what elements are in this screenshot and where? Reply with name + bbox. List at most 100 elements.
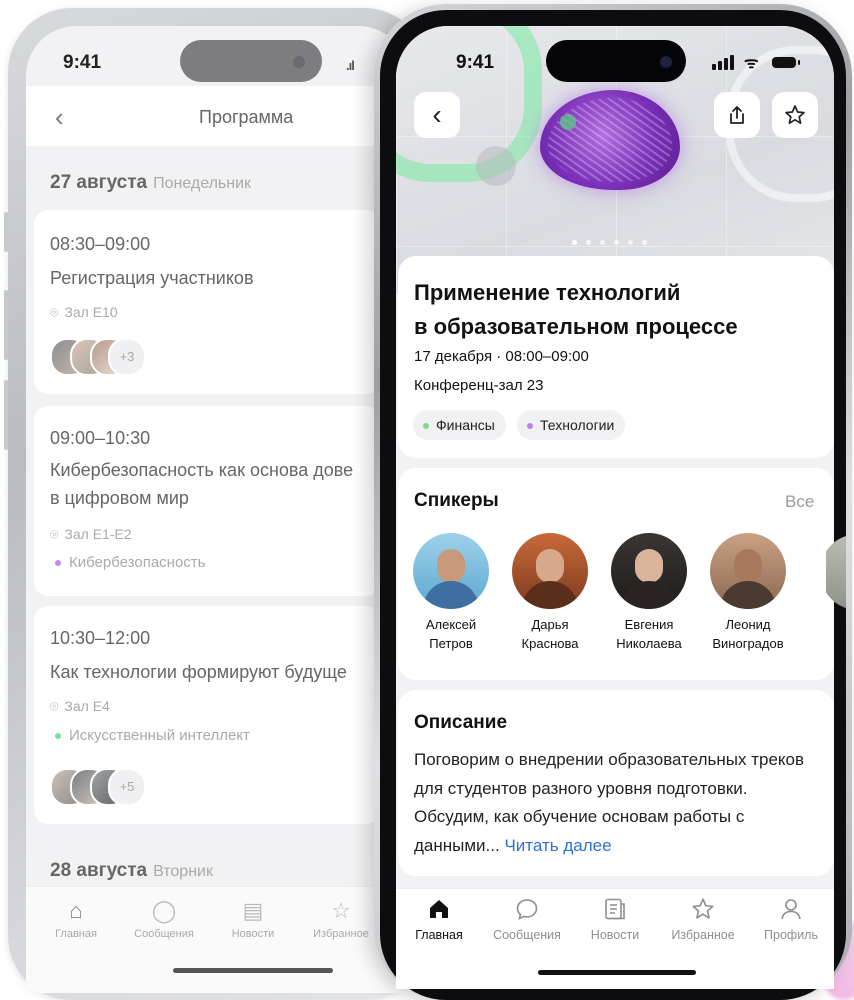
favorite-button[interactable] bbox=[772, 92, 818, 138]
day-date: 27 августа bbox=[50, 172, 148, 193]
tab-profile[interactable]: Профиль bbox=[748, 896, 834, 942]
tab-label: Избранное bbox=[313, 928, 369, 940]
speaker-item[interactable]: Евгения Николаева bbox=[601, 533, 697, 653]
pager-dot bbox=[628, 240, 633, 245]
description-text: Поговорим о внедрении образовательных тр… bbox=[414, 746, 822, 860]
tab-news[interactable]: ▤ Новости bbox=[218, 898, 288, 940]
tag-chip-finance[interactable]: Финансы bbox=[413, 410, 506, 440]
speaker-photo bbox=[710, 533, 786, 609]
tab-messages[interactable]: ◯ Сообщения bbox=[129, 898, 199, 940]
event-time: 09:00–10:30 bbox=[50, 428, 151, 448]
event-title-line: в образовательном процессе bbox=[414, 314, 738, 339]
speaker-last-name: Люб bbox=[826, 635, 846, 654]
tab-favorites[interactable]: Избранное bbox=[660, 896, 746, 942]
signal-icon: .ıl bbox=[346, 58, 355, 73]
participants-avatars: +3 bbox=[50, 338, 150, 376]
share-button[interactable] bbox=[714, 92, 760, 138]
event-time: 10:30–12:00 bbox=[50, 628, 151, 648]
event-title-line: Применение технологий bbox=[414, 280, 681, 305]
speaker-first-name: Дарья bbox=[531, 617, 569, 632]
image-pager bbox=[572, 232, 656, 245]
back-phone-side-button bbox=[4, 290, 8, 360]
speaker-photo bbox=[611, 533, 687, 609]
event-place: Конференц-зал 23 bbox=[414, 377, 544, 394]
profile-icon bbox=[781, 899, 801, 920]
news-icon: ▤ bbox=[242, 898, 264, 923]
news-icon bbox=[605, 898, 625, 920]
speaker-first-name: А bbox=[826, 616, 846, 635]
tag-dot-icon bbox=[527, 423, 533, 430]
home-icon bbox=[430, 900, 448, 918]
tag-chip-technology[interactable]: Технологии bbox=[517, 410, 626, 440]
tab-news[interactable]: Новости bbox=[572, 896, 658, 942]
pager-dot bbox=[572, 240, 577, 245]
event-tag-label: Искусственный интеллект bbox=[69, 727, 250, 744]
page-title: Программа bbox=[199, 107, 294, 127]
speakers-all-link[interactable]: Все bbox=[785, 492, 814, 512]
tab-home[interactable]: ⌂ Главная bbox=[41, 898, 111, 940]
chevron-left-icon: ‹ bbox=[432, 99, 442, 130]
back-phone-side-button bbox=[4, 212, 8, 252]
tab-label: Новости bbox=[231, 928, 275, 940]
battery-icon bbox=[772, 57, 800, 68]
camera-dot bbox=[660, 56, 672, 68]
speaker-last-name: Краснова bbox=[521, 636, 579, 651]
wifi-icon: ᯤ bbox=[744, 55, 759, 72]
star-icon: ☆ bbox=[331, 898, 351, 923]
day-weekday: Понедельник bbox=[153, 175, 252, 192]
home-icon: ⌂ bbox=[69, 898, 83, 923]
speaker-item[interactable]: Алексей Петров bbox=[403, 533, 499, 653]
event-time: 08:30–09:00 bbox=[50, 234, 151, 254]
event-room: ⌾ Зал Е1-Е2 bbox=[50, 526, 132, 543]
description-title: Описание bbox=[414, 712, 508, 733]
home-indicator bbox=[173, 968, 333, 973]
tab-favorites[interactable]: ☆ Избранное bbox=[306, 898, 376, 940]
event-title-line: в цифровом мир bbox=[50, 488, 189, 508]
more-participants-count: +3 bbox=[108, 338, 146, 376]
event-datetime: 17 декабря · 08:00–09:00 bbox=[414, 348, 589, 365]
star-icon bbox=[785, 105, 805, 125]
more-participants-count: +5 bbox=[108, 768, 146, 806]
brain-highlight bbox=[560, 114, 576, 130]
tag-dot-icon bbox=[55, 733, 61, 740]
chat-bubble-icon: ◯ bbox=[151, 898, 177, 923]
tab-label: Главная bbox=[55, 928, 97, 940]
event-room: ⌾ Зал Е10 bbox=[50, 304, 118, 321]
location-pin-icon: ⌾ bbox=[50, 304, 59, 320]
event-title: Применение технологий в образовательном … bbox=[414, 276, 814, 344]
speaker-last-name: Николаева bbox=[616, 636, 682, 651]
event-title: Регистрация участников bbox=[50, 268, 254, 288]
tab-label: Избранное bbox=[671, 928, 735, 942]
day-header: 28 августа Вторник bbox=[50, 860, 213, 882]
day-header: 27 августа Понедельник bbox=[50, 172, 251, 194]
speaker-photo bbox=[826, 534, 846, 610]
speaker-item-partial[interactable]: А Люб bbox=[826, 534, 846, 654]
speaker-item[interactable]: Дарья Краснова bbox=[502, 533, 598, 653]
star-icon bbox=[692, 898, 714, 919]
tag-dot-icon bbox=[55, 560, 61, 567]
tab-messages[interactable]: Сообщения bbox=[484, 896, 570, 942]
event-room-label: Зал Е4 bbox=[64, 698, 110, 714]
tab-label: Новости bbox=[590, 928, 640, 942]
event-room-label: Зал Е10 bbox=[64, 304, 118, 320]
event-room: ⌾ Зал Е4 bbox=[50, 698, 110, 715]
speaker-item[interactable]: Леонид Виноградов bbox=[700, 533, 796, 653]
location-pin-icon: ⌾ bbox=[50, 698, 59, 714]
read-more-link[interactable]: Читать далее bbox=[504, 836, 611, 855]
back-chevron-icon[interactable]: ‹ bbox=[55, 104, 64, 130]
pager-dot bbox=[586, 240, 591, 245]
tab-label: Главная bbox=[415, 928, 463, 942]
speakers-title: Спикеры bbox=[414, 490, 499, 511]
day-date: 28 августа bbox=[50, 860, 148, 881]
hero-circle-decoration bbox=[476, 146, 516, 186]
speaker-first-name: Леонид bbox=[725, 617, 771, 632]
tab-label: Сообщения bbox=[493, 928, 561, 942]
tag-label: Технологии bbox=[540, 417, 615, 433]
camera-dot bbox=[293, 56, 305, 68]
tab-label: Профиль bbox=[764, 928, 818, 942]
back-button[interactable]: ‹ bbox=[414, 92, 460, 138]
event-tag-label: Кибербезопасность bbox=[69, 554, 206, 571]
location-pin-icon: ⌾ bbox=[50, 526, 59, 542]
tab-home[interactable]: Главная bbox=[396, 896, 482, 942]
speaker-first-name: Евгения bbox=[624, 617, 674, 632]
